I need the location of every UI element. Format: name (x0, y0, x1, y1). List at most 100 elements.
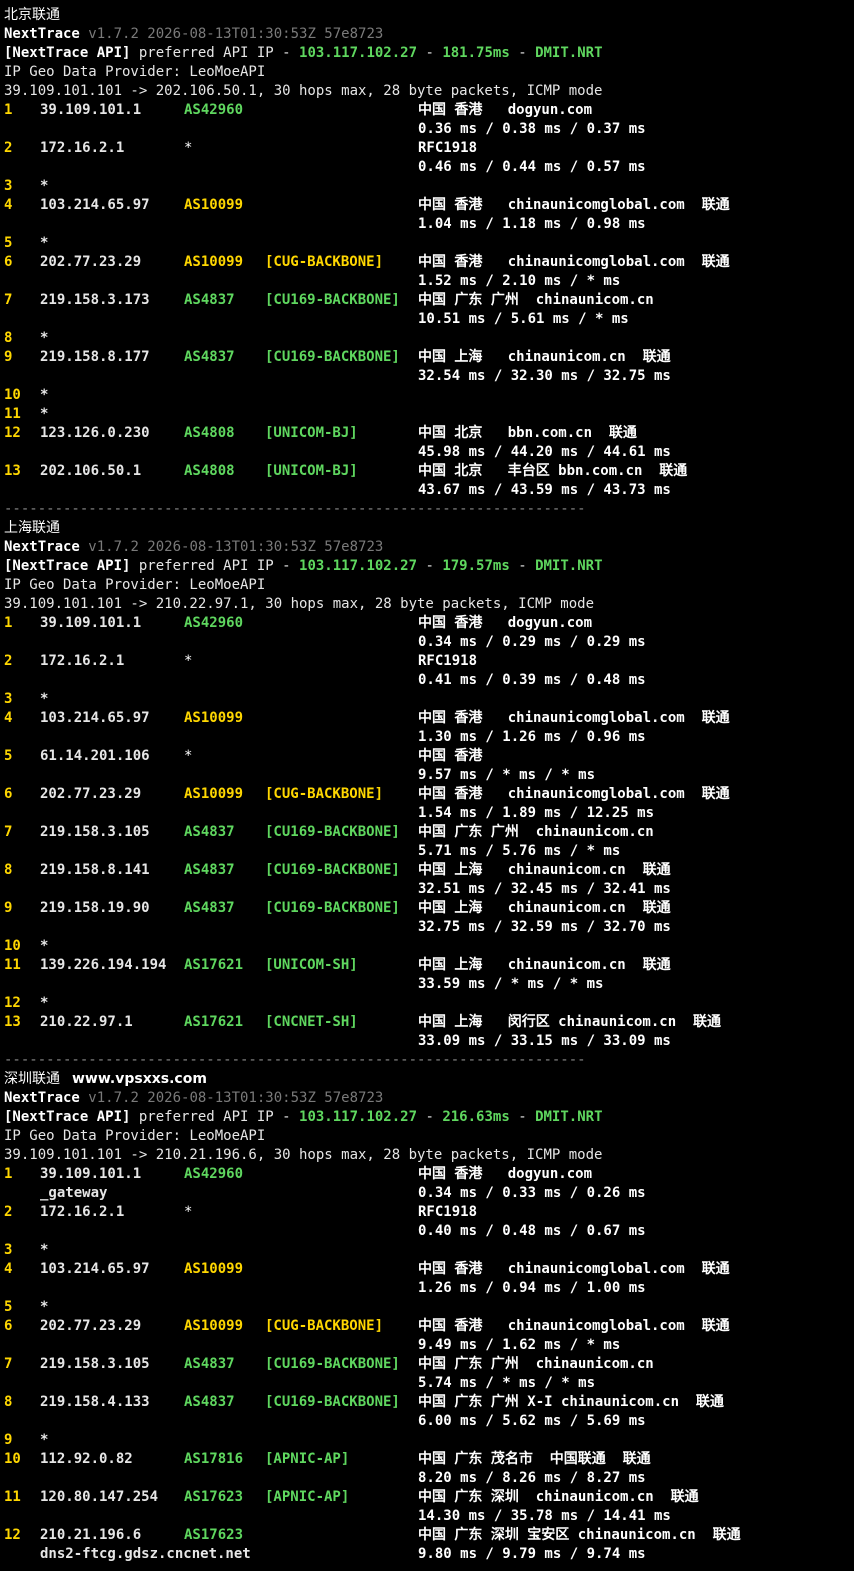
hop-row: 5 * (4, 1298, 854, 1317)
hop-rtt-row: 45.98 ms / 44.20 ms / 44.61 ms (4, 443, 854, 462)
hop-number: 9 (4, 1432, 13, 1448)
hop-ip: 219.158.8.177 (40, 349, 150, 365)
api-dash2: - (509, 558, 536, 574)
hop-asn: * (184, 140, 193, 156)
hop-row: 11 120.80.147.254 AS17623 [APNIC-AP] 中国 广东 深… (4, 1488, 854, 1507)
hop-asn: AS4808 (184, 463, 235, 479)
api-dash: - (417, 558, 443, 574)
hop-rtt-row: 6.00 ms / 5.62 ms / 5.69 ms (4, 1412, 854, 1431)
version-line: NextTrace v1.7.2 2026-08-13T01:30:53Z 57… (4, 538, 854, 557)
api-ms: 181.75ms (442, 45, 510, 61)
hop-number: 13 (4, 463, 21, 479)
hop-rtt-row: 1.30 ms / 1.26 ms / 0.96 ms (4, 728, 854, 747)
hop-tag: [CU169-BACKBONE] (265, 824, 400, 840)
hop-rtt: 5.74 ms / * ms / * ms (418, 1375, 596, 1391)
hop-ip: * (40, 235, 49, 251)
hop-ip: 120.80.147.254 (40, 1489, 159, 1505)
hop-rtt-row: 0.46 ms / 0.44 ms / 0.57 ms (4, 158, 854, 177)
hop-row: 3 * (4, 1241, 854, 1260)
hop-asn: * (184, 653, 193, 669)
hop-rtt-row: 32.75 ms / 32.59 ms / 32.70 ms (4, 918, 854, 937)
hop-row: 2 172.16.2.1 * RFC1918 (4, 1203, 854, 1222)
hop-number: 10 (4, 1451, 21, 1467)
hop-tag: [CU169-BACKBONE] (265, 349, 400, 365)
hop-asn: AS10099 (184, 1318, 244, 1334)
hop-ip: * (40, 691, 49, 707)
hop-number: 8 (4, 1394, 13, 1410)
hop-rtt: 32.54 ms / 32.30 ms / 32.75 ms (418, 368, 671, 384)
hop-number: 1 (4, 1166, 13, 1182)
hop-ip: 219.158.8.141 (40, 862, 150, 878)
api-line: [NextTrace API] preferred API IP - 103.1… (4, 1108, 854, 1127)
app-name: NextTrace (4, 1090, 80, 1106)
hop-geo: 中国 广东 广州 chinaunicom.cn (418, 292, 654, 308)
app-name: NextTrace (4, 539, 80, 555)
separator-line: ----------------------------------------… (4, 500, 854, 519)
hop-rtt: 33.09 ms / 33.15 ms / 33.09 ms (418, 1033, 671, 1049)
hop-row: 11 * (4, 405, 854, 424)
hop-rtt-row: 1.52 ms / 2.10 ms / * ms (4, 272, 854, 291)
hop-ip: 61.14.201.106 (40, 748, 150, 764)
hop-asn: AS17623 (184, 1527, 244, 1543)
hop-row: 1 39.109.101.1 AS42960 中国 香港 dogyun.com (4, 614, 854, 633)
hop-row: 12 123.126.0.230 AS4808 [UNICOM-BJ] 中国 北京 bb… (4, 424, 854, 443)
version-text: v1.7.2 2026-08-13T01:30:53Z 57e8723 (88, 539, 384, 555)
hop-ip: 172.16.2.1 (40, 140, 125, 156)
hop-tag: [CUG-BACKBONE] (265, 1318, 384, 1334)
hop-asn: AS42960 (184, 615, 244, 631)
hop-ip: 219.158.4.133 (40, 1394, 150, 1410)
hop-ip: 39.109.101.1 (40, 102, 142, 118)
hop-geo: 中国 广东 深圳 chinaunicom.cn 联通 (418, 1489, 699, 1505)
hop-rtt: 1.26 ms / 0.94 ms / 1.00 ms (418, 1280, 646, 1296)
hop-ip: 103.214.65.97 (40, 710, 150, 726)
section-title: 上海联通 (4, 519, 854, 538)
hop-rtt-row: 9.57 ms / * ms / * ms (4, 766, 854, 785)
hop-number: 5 (4, 748, 13, 764)
hop-tag: [CU169-BACKBONE] (265, 292, 400, 308)
section-title-text: 上海联通 (4, 520, 60, 536)
api-prefix: [NextTrace API] (4, 1109, 131, 1125)
hop-asn: AS4837 (184, 824, 235, 840)
hop-ip: 202.77.23.29 (40, 254, 142, 270)
section-title: 北京联通 (4, 6, 854, 25)
hop-rtt: 10.51 ms / 5.61 ms / * ms (418, 311, 629, 327)
hop-rtt: 0.40 ms / 0.48 ms / 0.67 ms (418, 1223, 646, 1239)
hop-ip: * (40, 178, 49, 194)
hop-row: 7 219.158.3.105 AS4837 [CU169-BACKBONE] 中国 广… (4, 1355, 854, 1374)
hop-row: 12 210.21.196.6 AS17623 中国 广东 深圳 宝安区 chinau… (4, 1526, 854, 1545)
hop-asn: AS17621 (184, 1014, 244, 1030)
hop-number: 2 (4, 653, 13, 669)
version-line: NextTrace v1.7.2 2026-08-13T01:30:53Z 57… (4, 25, 854, 44)
hop-row: 9 219.158.19.90 AS4837 [CU169-BACKBONE] 中国 上… (4, 899, 854, 918)
hop-row: 4 103.214.65.97 AS10099 中国 香港 chinaunicomgl… (4, 709, 854, 728)
hop-geo: 中国 香港 chinaunicomglobal.com 联通 (418, 710, 730, 726)
hop-rtt-row: 14.30 ms / 35.78 ms / 14.41 ms (4, 1507, 854, 1526)
hop-rtt: 9.57 ms / * ms / * ms (418, 767, 596, 783)
hop-geo: 中国 香港 chinaunicomglobal.com 联通 (418, 1318, 730, 1334)
hop-tag: [UNICOM-BJ] (265, 463, 358, 479)
hop-ip: * (40, 406, 49, 422)
hop-number: 6 (4, 786, 13, 802)
hop-asn: AS17621 (184, 957, 244, 973)
hop-number: 3 (4, 691, 13, 707)
hop-tag: [UNICOM-BJ] (265, 425, 358, 441)
hop-rtt-row: 0.36 ms / 0.38 ms / 0.37 ms (4, 120, 854, 139)
hop-tag: [CU169-BACKBONE] (265, 1356, 400, 1372)
hop-ip: 219.158.19.90 (40, 900, 150, 916)
api-text: preferred API IP - (130, 45, 300, 61)
hop-geo: 中国 广东 深圳 宝安区 chinaunicom.cn 联通 (418, 1527, 741, 1543)
hop-rtt-row: 43.67 ms / 43.59 ms / 43.73 ms (4, 481, 854, 500)
hop-number: 7 (4, 292, 13, 308)
hop-row: 8 * (4, 329, 854, 348)
hop-ip: 139.226.194.194 (40, 957, 167, 973)
hop-number: 10 (4, 938, 21, 954)
trace-command: 39.109.101.101 -> 210.21.196.6, 30 hops … (4, 1147, 603, 1163)
hop-ip: 202.106.50.1 (40, 463, 142, 479)
hop-row: 3 * (4, 177, 854, 196)
hop-row: 9 219.158.8.177 AS4837 [CU169-BACKBONE] 中国 上… (4, 348, 854, 367)
hop-geo: RFC1918 (418, 653, 478, 669)
hop-asn: AS4837 (184, 349, 235, 365)
hop-asn: AS10099 (184, 710, 244, 726)
geo-provider-line: IP Geo Data Provider: LeoMoeAPI (4, 63, 854, 82)
hop-geo: 中国 香港 dogyun.com (418, 615, 593, 631)
